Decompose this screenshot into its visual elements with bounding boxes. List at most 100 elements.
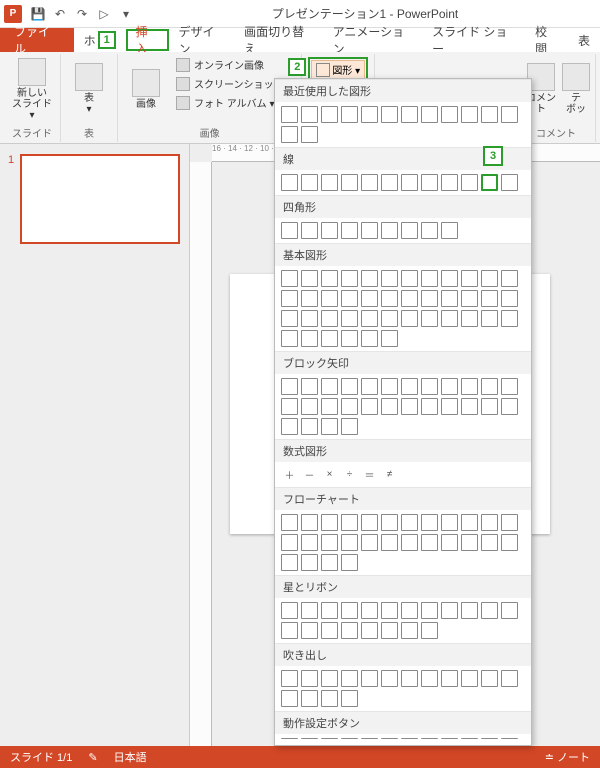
online-image-button[interactable]: オンライン画像 xyxy=(172,56,295,73)
shape-item[interactable] xyxy=(361,330,378,347)
shape-item[interactable] xyxy=(301,602,318,619)
shape-item[interactable] xyxy=(281,126,298,143)
slide-thumbnail[interactable] xyxy=(20,154,180,244)
shape-item[interactable] xyxy=(441,602,458,619)
tab-slideshow[interactable]: スライド ショー xyxy=(422,28,525,52)
shape-item[interactable] xyxy=(401,106,418,123)
shape-item[interactable] xyxy=(461,738,478,739)
shape-item[interactable] xyxy=(281,690,298,707)
shape-item[interactable] xyxy=(321,554,338,571)
shape-item[interactable] xyxy=(461,378,478,395)
shape-item[interactable] xyxy=(421,174,438,191)
shape-item[interactable] xyxy=(401,602,418,619)
shape-item[interactable] xyxy=(381,290,398,307)
shape-item[interactable] xyxy=(421,222,438,239)
shape-item[interactable] xyxy=(301,310,318,327)
shape-item[interactable] xyxy=(481,106,498,123)
shape-item[interactable] xyxy=(301,622,318,639)
shape-item[interactable] xyxy=(421,670,438,687)
shape-item[interactable] xyxy=(441,738,458,739)
shape-item[interactable] xyxy=(401,378,418,395)
shape-item[interactable] xyxy=(361,622,378,639)
shape-item[interactable] xyxy=(421,310,438,327)
shape-item[interactable] xyxy=(461,106,478,123)
shape-item[interactable] xyxy=(341,174,358,191)
shape-item[interactable] xyxy=(441,174,458,191)
shape-item[interactable] xyxy=(361,106,378,123)
shape-item[interactable] xyxy=(381,310,398,327)
shape-item[interactable] xyxy=(401,174,418,191)
shape-item[interactable] xyxy=(341,738,358,739)
shape-item[interactable] xyxy=(381,602,398,619)
shape-item[interactable] xyxy=(401,222,418,239)
shape-item[interactable] xyxy=(281,554,298,571)
status-notes[interactable]: ≐ ノート xyxy=(545,749,590,765)
shape-item[interactable] xyxy=(281,310,298,327)
shape-item[interactable] xyxy=(421,602,438,619)
shape-item[interactable] xyxy=(401,622,418,639)
qat-more-button[interactable]: ▾ xyxy=(118,6,134,22)
shape-item[interactable] xyxy=(281,738,298,739)
shape-item[interactable] xyxy=(361,270,378,287)
shape-item[interactable] xyxy=(301,330,318,347)
shape-item[interactable] xyxy=(341,602,358,619)
shape-item[interactable] xyxy=(421,378,438,395)
shape-item[interactable] xyxy=(321,534,338,551)
shape-item[interactable] xyxy=(301,670,318,687)
shape-item[interactable] xyxy=(501,106,518,123)
shape-item[interactable] xyxy=(361,514,378,531)
shape-item[interactable] xyxy=(481,514,498,531)
shape-item[interactable] xyxy=(321,514,338,531)
status-spellcheck-icon[interactable]: ✎ xyxy=(88,751,97,764)
shape-item[interactable] xyxy=(341,418,358,435)
shape-item[interactable] xyxy=(421,738,438,739)
shape-item[interactable] xyxy=(321,290,338,307)
shape-item[interactable] xyxy=(421,106,438,123)
new-slide-button[interactable]: 新しい スライド ▾ xyxy=(10,56,54,122)
shape-item[interactable] xyxy=(341,622,358,639)
shape-item[interactable] xyxy=(381,670,398,687)
shape-item[interactable] xyxy=(421,270,438,287)
shape-item[interactable] xyxy=(321,310,338,327)
shape-item[interactable] xyxy=(421,514,438,531)
table-button[interactable]: 表 ▾ xyxy=(67,56,111,122)
shape-item[interactable] xyxy=(341,398,358,415)
shape-item[interactable] xyxy=(421,398,438,415)
shape-item[interactable] xyxy=(361,534,378,551)
tab-transition[interactable]: 画面切り替え xyxy=(234,28,322,52)
shape-item[interactable] xyxy=(341,670,358,687)
shape-item[interactable] xyxy=(281,290,298,307)
shape-item[interactable] xyxy=(501,670,518,687)
shape-item[interactable] xyxy=(481,738,498,739)
shape-item[interactable] xyxy=(321,622,338,639)
shape-item[interactable] xyxy=(301,738,318,739)
shape-item[interactable] xyxy=(441,270,458,287)
textbox-button[interactable]: テ ボッ xyxy=(563,56,589,122)
shape-item[interactable] xyxy=(361,670,378,687)
shape-item[interactable]: ＝ xyxy=(361,466,378,483)
shape-item[interactable] xyxy=(401,670,418,687)
shapes-button[interactable]: 図形 ▾ xyxy=(311,60,365,79)
shape-item[interactable] xyxy=(361,738,378,739)
shape-item[interactable] xyxy=(481,602,498,619)
shape-item[interactable] xyxy=(461,270,478,287)
shape-item[interactable] xyxy=(421,622,438,639)
shape-item[interactable] xyxy=(381,622,398,639)
shape-item[interactable] xyxy=(321,602,338,619)
shape-item[interactable] xyxy=(341,554,358,571)
shape-item[interactable] xyxy=(341,310,358,327)
shape-item[interactable] xyxy=(361,222,378,239)
shape-item[interactable] xyxy=(501,398,518,415)
shape-item[interactable]: ÷ xyxy=(341,466,358,483)
shape-item[interactable] xyxy=(281,670,298,687)
image-button[interactable]: 画像 xyxy=(124,56,168,122)
shape-item[interactable] xyxy=(481,174,498,191)
shape-item[interactable] xyxy=(301,554,318,571)
shape-item[interactable] xyxy=(501,602,518,619)
shape-item[interactable] xyxy=(461,290,478,307)
shape-item[interactable] xyxy=(501,738,518,739)
shape-item[interactable] xyxy=(441,310,458,327)
shape-item[interactable] xyxy=(341,690,358,707)
tab-animation[interactable]: アニメーション xyxy=(323,28,422,52)
shape-item[interactable]: × xyxy=(321,466,338,483)
